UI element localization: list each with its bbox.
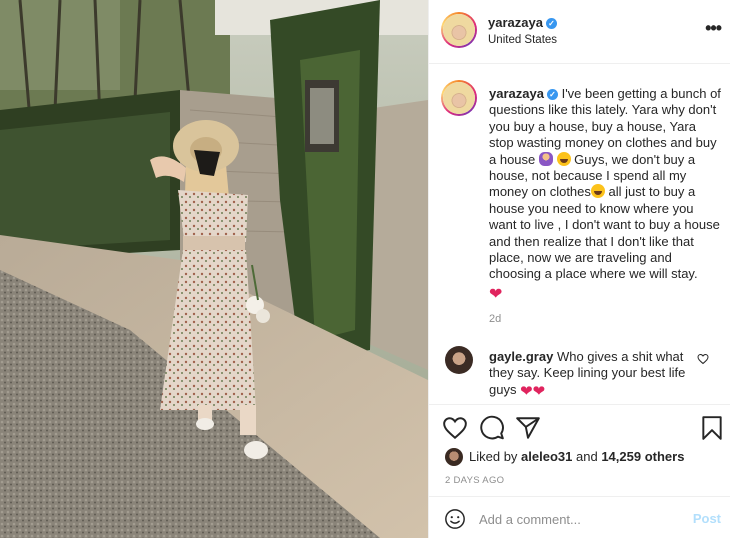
commenter-avatar[interactable] xyxy=(445,346,473,374)
post-comment-button[interactable]: Post xyxy=(693,511,721,526)
caption-heart-emoji: ❤ xyxy=(489,286,503,303)
laughing-emoji-icon xyxy=(590,184,605,199)
share-paper-plane-icon[interactable] xyxy=(515,415,541,441)
add-comment-input[interactable] xyxy=(479,509,679,529)
more-options-icon[interactable]: ••• xyxy=(705,19,722,37)
verified-badge-icon: ✓ xyxy=(545,18,557,29)
likes-prefix: Liked by xyxy=(469,449,518,464)
liker-avatar[interactable] xyxy=(445,448,463,466)
post-date[interactable]: 2 DAYS AGO xyxy=(445,475,504,486)
caption-time[interactable]: 2d xyxy=(489,313,501,325)
liker-username[interactable]: aleleo31 xyxy=(521,449,572,464)
save-bookmark-icon[interactable] xyxy=(699,415,725,441)
commenter-username[interactable]: gayle.gray xyxy=(489,349,553,364)
emoji-smiley-icon[interactable] xyxy=(444,508,466,530)
author-username[interactable]: yarazaya xyxy=(488,15,543,30)
add-comment-bar: Post xyxy=(429,496,730,538)
post-photo[interactable] xyxy=(0,0,428,538)
post-header: yarazaya ✓ United States ••• xyxy=(429,0,730,64)
verified-badge-icon: ✓ xyxy=(546,89,558,100)
comment-bubble-icon[interactable] xyxy=(479,415,505,441)
author-avatar[interactable] xyxy=(441,12,477,48)
caption-text: yarazaya ✓ I've been getting a bunch of q… xyxy=(489,86,721,283)
like-heart-icon[interactable] xyxy=(442,415,468,441)
comment-hearts: ❤❤ xyxy=(520,382,546,400)
author-username-row: yarazaya ✓ xyxy=(488,15,557,30)
likes-count[interactable]: 14,259 others xyxy=(601,449,684,464)
action-bar xyxy=(429,404,730,450)
likes-middle: and xyxy=(576,449,598,464)
rolling-laughing-emoji-icon xyxy=(556,151,571,166)
caption-avatar[interactable] xyxy=(441,80,477,116)
post-details-panel: yarazaya ✓ United States ••• yarazaya ✓ I'… xyxy=(428,0,730,538)
comment-item: gayle.gray Who gives a shit what they sa… xyxy=(429,346,730,406)
comment-like-heart-icon[interactable] xyxy=(697,353,709,365)
person-shrugging-emoji-icon xyxy=(538,151,553,166)
comment-text: gayle.gray Who gives a shit what they sa… xyxy=(489,349,689,400)
post-image xyxy=(0,0,428,538)
caption-username[interactable]: yarazaya xyxy=(489,86,544,101)
likes-summary: Liked by aleleo31 and 14,259 others xyxy=(445,448,684,466)
post-location[interactable]: United States xyxy=(488,34,557,46)
